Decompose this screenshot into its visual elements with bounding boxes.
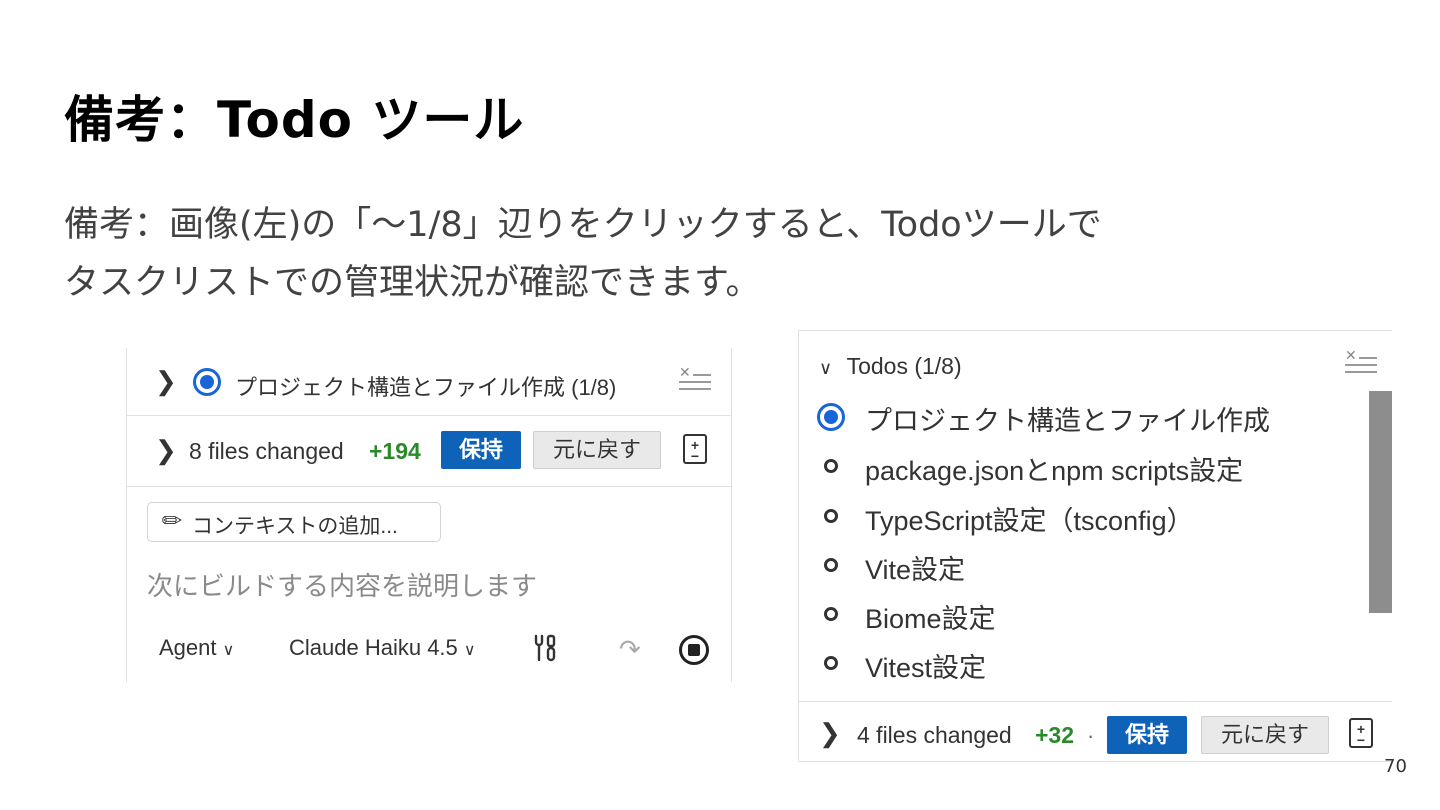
model-label: Claude Haiku 4.5 — [289, 635, 458, 660]
tools-icon[interactable] — [529, 632, 561, 664]
changes-row: ❯ 4 files changed +32 · 保持 元に戻す + − — [799, 701, 1392, 763]
todo-item[interactable]: Vitest設定 — [865, 646, 986, 685]
not-started-icon — [824, 558, 838, 572]
todo-item[interactable]: Biome設定 — [865, 597, 996, 636]
keep-button[interactable]: 保持 — [441, 431, 521, 469]
separator: · — [1087, 723, 1095, 748]
mode-label: Agent — [159, 635, 217, 660]
add-context-button[interactable]: ✐ コンテキストの追加... — [147, 502, 441, 542]
chevron-down-icon: ∨ — [463, 642, 476, 659]
todo-item[interactable]: Vite設定 — [865, 548, 965, 587]
diff-file-icon[interactable]: + − — [1349, 718, 1373, 748]
files-changed-label[interactable]: 4 files changed — [857, 722, 1012, 749]
slide-body-line: 備考：画像(左)の「～1/8」辺りをクリックすると、Todoツールで — [64, 205, 1102, 245]
todos-header-label: Todos (1/8) — [846, 353, 962, 379]
chevron-down-icon: ∨ — [819, 358, 833, 378]
todo-item[interactable]: package.jsonとnpm scripts設定 — [865, 449, 1243, 488]
todo-item[interactable]: プロジェクト構造とファイル作成 — [865, 399, 1270, 438]
mode-picker[interactable]: Agent ∨ — [159, 635, 234, 661]
todos-header[interactable]: ∨ Todos (1/8) — [819, 353, 962, 380]
not-started-icon — [824, 509, 838, 523]
slide-title: 備考：Todo ツール — [64, 91, 525, 149]
changes-row: ❯ 8 files changed +194 保持 元に戻す + − — [127, 416, 731, 487]
chat-panel: ❯ プロジェクト構造とファイル作成 (1/8) ✕ ❯ 8 files chan… — [126, 348, 732, 682]
slide-body-line: タスクリストでの管理状況が確認できます。 — [64, 263, 761, 303]
stop-icon[interactable] — [679, 635, 709, 665]
clear-list-icon[interactable]: ✕ — [1345, 347, 1377, 377]
additions-count: +194 — [369, 438, 421, 464]
keep-button[interactable]: 保持 — [1107, 716, 1187, 754]
chevron-right-icon[interactable]: ❯ — [819, 720, 841, 746]
undo-button[interactable]: 元に戻す — [1201, 716, 1329, 754]
not-started-icon — [824, 607, 838, 621]
send-icon[interactable]: ↷ — [619, 634, 641, 665]
files-changed-label[interactable]: 8 files changed — [189, 438, 344, 465]
clear-list-icon[interactable]: ✕ — [679, 364, 711, 394]
current-task-label[interactable]: プロジェクト構造とファイル作成 (1/8) — [235, 370, 616, 402]
prompt-input[interactable]: 次にビルドする内容を説明します — [147, 566, 537, 603]
chevron-right-icon[interactable]: ❯ — [155, 437, 177, 463]
add-context-label: コンテキストの追加... — [192, 515, 398, 538]
todos-panel: ∨ Todos (1/8) ✕ プロジェクト構造とファイル作成 package.… — [798, 330, 1392, 762]
page-number: 70 — [1384, 756, 1407, 777]
in-progress-icon — [817, 403, 845, 431]
todo-item[interactable]: TypeScript設定（tsconfig） — [865, 499, 1194, 538]
current-task-row[interactable]: ❯ プロジェクト構造とファイル作成 (1/8) ✕ — [127, 348, 731, 416]
slide-body: 備考：画像(左)の「～1/8」辺りをクリックすると、Todoツールで タスクリス… — [64, 196, 1102, 312]
not-started-icon — [824, 459, 838, 473]
in-progress-icon — [193, 368, 221, 396]
model-picker[interactable]: Claude Haiku 4.5 ∨ — [289, 635, 476, 661]
additions-count: +32 — [1035, 722, 1075, 748]
chevron-right-icon[interactable]: ❯ — [155, 368, 177, 394]
paperclip-icon: ✐ — [153, 504, 187, 539]
scrollbar[interactable] — [1369, 391, 1392, 613]
chevron-down-icon: ∨ — [222, 642, 235, 659]
not-started-icon — [824, 656, 838, 670]
undo-button[interactable]: 元に戻す — [533, 431, 661, 469]
diff-file-icon[interactable]: + − — [683, 434, 707, 464]
